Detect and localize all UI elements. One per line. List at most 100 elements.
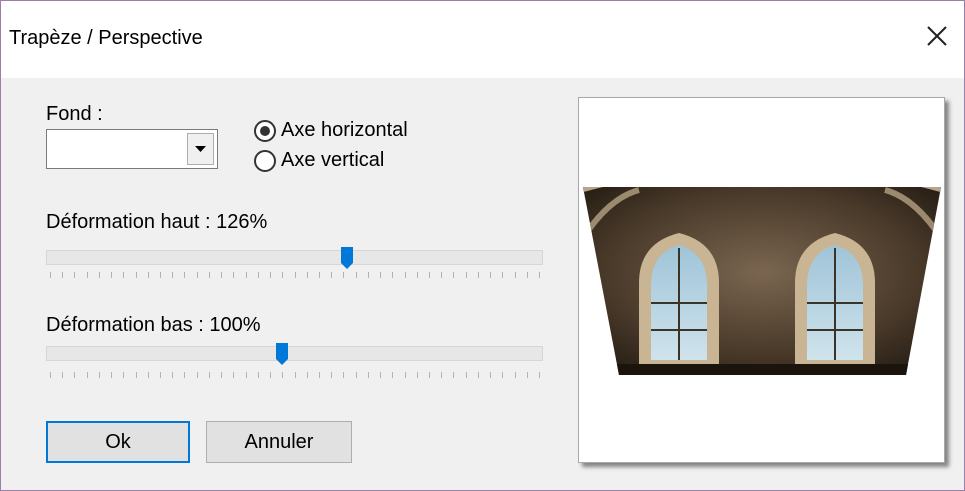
slider-tick — [416, 372, 418, 378]
slider-tick — [111, 272, 113, 278]
slider-tick — [453, 372, 455, 378]
slider-tick — [294, 272, 296, 278]
slider-tick — [98, 272, 100, 278]
fond-select[interactable] — [46, 129, 218, 169]
slider-tick — [208, 272, 210, 278]
slider-tick — [355, 372, 357, 378]
slider-tick — [428, 272, 430, 278]
slider-tick — [318, 272, 320, 278]
slider-tick — [539, 372, 540, 378]
slider-tick — [465, 372, 467, 378]
slider-tick — [367, 372, 369, 378]
slider-tick — [343, 272, 345, 278]
slider-tick — [392, 372, 394, 378]
slider-tick — [233, 272, 235, 278]
slider-tick — [86, 372, 88, 378]
slider-tick — [62, 272, 64, 278]
slider-tick — [221, 372, 223, 378]
slider-tick — [123, 272, 125, 278]
fond-dropdown-button[interactable] — [187, 133, 214, 165]
slider-tick — [98, 372, 100, 378]
slider-tick — [477, 372, 479, 378]
slider-tick — [196, 272, 198, 278]
slider-tick — [111, 372, 113, 378]
slider-tick — [221, 272, 223, 278]
slider-tick — [404, 272, 406, 278]
radio-label-horizontal: Axe horizontal — [281, 119, 408, 141]
slider-tick — [318, 372, 320, 378]
slider-bottom-ticks — [50, 372, 540, 380]
close-icon — [927, 26, 947, 46]
slider-tick — [294, 372, 296, 378]
slider-top-track[interactable] — [46, 250, 543, 265]
slider-tick — [233, 372, 235, 378]
slider-tick — [514, 372, 516, 378]
slider-tick — [74, 272, 76, 278]
slider-tick — [331, 372, 333, 378]
slider-tick — [490, 272, 492, 278]
slider-tick — [465, 272, 467, 278]
slider-tick — [245, 372, 247, 378]
radio-button-checked[interactable] — [254, 119, 276, 142]
slider-tick — [257, 372, 259, 378]
slider-tick — [416, 272, 418, 278]
dialog-window: Trapèze / Perspective Fond : Axe horizon… — [0, 0, 965, 491]
slider-tick — [490, 372, 492, 378]
slider-top-thumb[interactable] — [341, 247, 353, 269]
slider-bottom-label: Déformation bas : 100% — [46, 314, 261, 336]
slider-top-ticks — [50, 272, 540, 280]
slider-tick — [135, 272, 137, 278]
radio-axe-vertical[interactable]: Axe vertical — [254, 149, 384, 172]
slider-tick — [502, 372, 504, 378]
cancel-button[interactable]: Annuler — [206, 421, 352, 463]
slider-tick — [160, 372, 162, 378]
slider-tick — [184, 272, 186, 278]
slider-tick — [306, 272, 308, 278]
slider-tick — [428, 372, 430, 378]
slider-tick — [367, 272, 369, 278]
slider-tick — [282, 272, 284, 278]
slider-tick — [50, 372, 51, 378]
slider-tick — [404, 372, 406, 378]
radio-label-vertical: Axe vertical — [281, 149, 385, 171]
slider-top-label: Déformation haut : 126% — [46, 211, 268, 233]
slider-tick — [257, 272, 259, 278]
slider-tick — [135, 372, 137, 378]
slider-tick — [74, 372, 76, 378]
slider-tick — [343, 372, 345, 378]
slider-tick — [160, 272, 162, 278]
slider-tick — [50, 272, 51, 278]
radio-axe-horizontal[interactable]: Axe horizontal — [254, 119, 408, 142]
slider-tick — [441, 372, 443, 378]
window-title: Trapèze / Perspective — [9, 27, 203, 49]
radio-button-unchecked[interactable] — [254, 149, 276, 172]
slider-tick — [306, 372, 308, 378]
slider-tick — [245, 272, 247, 278]
slider-tick — [147, 372, 149, 378]
close-button[interactable] — [920, 19, 954, 53]
slider-bottom-track[interactable] — [46, 346, 543, 361]
ok-button[interactable]: Ok — [46, 421, 190, 463]
slider-tick — [62, 372, 64, 378]
slider-tick — [514, 272, 516, 278]
slider-tick — [270, 372, 272, 378]
slider-tick — [477, 272, 479, 278]
slider-tick — [208, 372, 210, 378]
slider-tick — [355, 272, 357, 278]
slider-tick — [196, 372, 198, 378]
slider-tick — [502, 272, 504, 278]
slider-tick — [526, 272, 528, 278]
slider-tick — [441, 272, 443, 278]
slider-tick — [331, 272, 333, 278]
slider-tick — [184, 372, 186, 378]
slider-tick — [270, 272, 272, 278]
chevron-down-icon — [195, 146, 206, 152]
slider-tick — [86, 272, 88, 278]
slider-tick — [147, 272, 149, 278]
slider-tick — [380, 372, 382, 378]
preview-image — [583, 187, 941, 375]
slider-tick — [123, 372, 125, 378]
slider-bottom-thumb[interactable] — [276, 343, 288, 365]
slider-tick — [282, 372, 284, 378]
slider-tick — [380, 272, 382, 278]
